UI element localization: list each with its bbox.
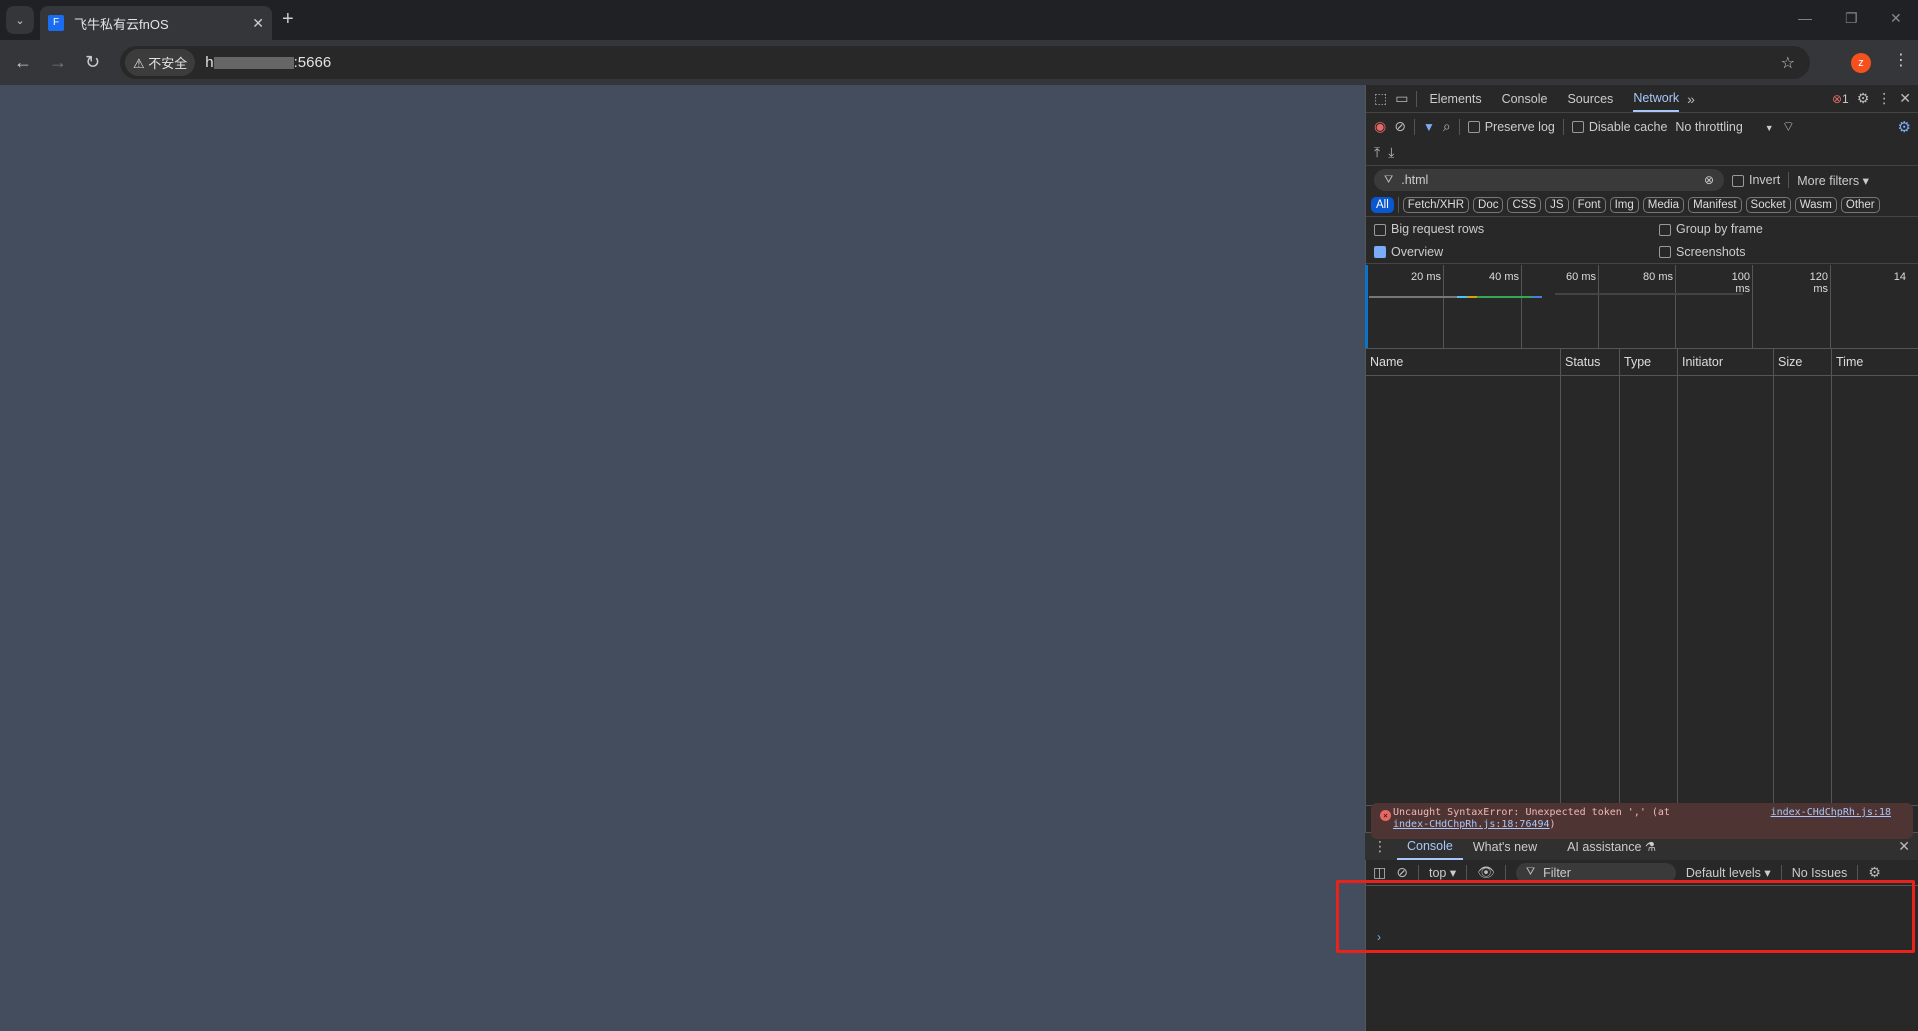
- type-filter-other[interactable]: Other: [1840, 196, 1880, 213]
- page-content: [0, 85, 1365, 1031]
- browser-tab[interactable]: F 飞牛私有云fnOS ✕: [40, 6, 272, 40]
- highlight-annotation-box: [1336, 880, 1915, 953]
- network-conditions-icon[interactable]: ⌔: [1782, 118, 1795, 136]
- type-filter-js[interactable]: JS: [1545, 196, 1569, 213]
- record-stop-icon[interactable]: ◉: [1374, 118, 1386, 135]
- group-by-frame-checkbox[interactable]: Group by frame: [1659, 222, 1763, 236]
- tab-console[interactable]: Console: [1502, 92, 1548, 106]
- drawer-tab-whats-new[interactable]: What's new: [1473, 840, 1537, 854]
- settings-gear-icon[interactable]: ⚙: [1857, 90, 1870, 107]
- close-devtools-icon[interactable]: ✕: [1899, 90, 1911, 107]
- url-start: h: [205, 54, 214, 71]
- more-filters-dropdown[interactable]: More filters ▾: [1797, 173, 1869, 188]
- tab-elements[interactable]: Elements: [1429, 92, 1481, 106]
- omnibox[interactable]: ⚠ 不安全 h :5666 ☆: [120, 46, 1810, 79]
- invert-checkbox[interactable]: Invert: [1732, 173, 1780, 187]
- type-filter-doc[interactable]: Doc: [1473, 196, 1504, 213]
- overview-checkbox[interactable]: Overview: [1374, 245, 1651, 259]
- restore-button[interactable]: ❐: [1845, 10, 1858, 27]
- network-settings-icon[interactable]: ⚙: [1898, 118, 1911, 136]
- console-settings-icon[interactable]: ⚙: [1868, 864, 1881, 881]
- close-tab-icon[interactable]: ✕: [252, 15, 264, 32]
- network-toolbar: ◉ ⊘ ▼ ⌕ Preserve log Disable cache No th…: [1366, 113, 1918, 140]
- type-filter-css[interactable]: CSS: [1507, 196, 1542, 213]
- export-har-icon[interactable]: ⤓: [1388, 144, 1394, 161]
- more-tabs-icon[interactable]: »: [1687, 91, 1695, 107]
- back-button[interactable]: ←: [14, 52, 32, 73]
- context-selector[interactable]: top ▾: [1429, 865, 1456, 880]
- type-filter-media[interactable]: Media: [1642, 196, 1685, 213]
- tab-sources[interactable]: Sources: [1567, 92, 1613, 106]
- close-window-button[interactable]: ✕: [1890, 10, 1902, 27]
- bookmark-star-icon[interactable]: ☆: [1781, 53, 1795, 73]
- drawer-menu-icon[interactable]: ⋮: [1373, 838, 1387, 855]
- clear-console-icon[interactable]: ⊘: [1396, 864, 1408, 881]
- browser-tab-bar: ⌄ F 飞牛私有云fnOS ✕ + — ❐ ✕: [0, 0, 1918, 40]
- device-toolbar-icon[interactable]: ▭: [1395, 90, 1408, 107]
- inspect-element-icon[interactable]: ⬚: [1374, 90, 1387, 107]
- fnos-favicon: F: [48, 15, 64, 31]
- filter-row: ⛛ .html ⊗ Invert More filters ▾: [1366, 167, 1918, 193]
- security-label: 不安全: [148, 56, 188, 71]
- screenshots-checkbox[interactable]: Screenshots: [1659, 245, 1745, 259]
- devtools-tab-row: ⬚ ▭ Elements Console Sources Network » ⊗…: [1366, 85, 1918, 113]
- big-request-rows-checkbox[interactable]: Big request rows: [1374, 222, 1651, 236]
- throttling-select[interactable]: No throttling ▼: [1675, 120, 1773, 134]
- url-redacted: [213, 56, 294, 69]
- live-expression-eye-icon[interactable]: 👁: [1477, 864, 1495, 881]
- close-drawer-icon[interactable]: ✕: [1898, 838, 1910, 855]
- devtools-menu-icon[interactable]: ⋮: [1877, 90, 1891, 107]
- filter-input[interactable]: ⛛ .html ⊗: [1374, 169, 1724, 191]
- filter-icon[interactable]: ▼: [1423, 120, 1435, 134]
- tab-title: 飞牛私有云fnOS: [74, 16, 169, 32]
- security-indicator[interactable]: ⚠ 不安全: [125, 49, 196, 76]
- error-count: 1: [1842, 91, 1849, 106]
- url-end: :5666: [293, 54, 332, 71]
- new-tab-button[interactable]: +: [282, 8, 294, 31]
- menu-kebab-icon[interactable]: ⋮: [1893, 50, 1909, 70]
- clear-filter-icon[interactable]: ⊗: [1704, 173, 1714, 187]
- sidebar-toggle-icon[interactable]: ◫: [1373, 864, 1386, 881]
- tab-network[interactable]: Network: [1633, 85, 1680, 112]
- log-levels-dropdown[interactable]: Default levels ▾: [1686, 865, 1771, 880]
- search-icon[interactable]: ⌕: [1443, 118, 1451, 135]
- import-har-icon[interactable]: ⤒: [1374, 144, 1380, 161]
- options-row-1: Big request rows Group by frame: [1366, 218, 1918, 240]
- clear-icon[interactable]: ⊘: [1394, 118, 1406, 135]
- type-filter-wasm[interactable]: Wasm: [1794, 196, 1837, 213]
- profile-avatar[interactable]: z: [1851, 53, 1871, 73]
- options-row-2: Overview Screenshots: [1366, 240, 1918, 264]
- forward-button[interactable]: →: [49, 52, 67, 73]
- reload-button[interactable]: ↻: [85, 52, 100, 73]
- address-bar-row: ← → ↻ ⚠ 不安全 h :5666 ☆ z ⋮: [0, 40, 1918, 85]
- error-count-badge[interactable]: ⊗1: [1832, 92, 1849, 106]
- type-filter-socket[interactable]: Socket: [1745, 196, 1791, 213]
- type-filter-manifest[interactable]: Manifest: [1688, 196, 1742, 213]
- drawer-tab-ai-assistance[interactable]: AI assistance ⚗: [1567, 839, 1656, 854]
- disable-cache-checkbox[interactable]: Disable cache: [1571, 120, 1667, 134]
- type-filter-fetchxhr[interactable]: Fetch/XHR: [1402, 196, 1470, 213]
- drawer-tab-row: ⋮ Console What's new AI assistance ⚗ ✕: [1365, 832, 1918, 860]
- type-filter-all[interactable]: All: [1371, 196, 1394, 213]
- minimize-button[interactable]: —: [1798, 10, 1812, 26]
- import-export-row: ⤒ ⤓: [1366, 140, 1918, 166]
- issues-indicator[interactable]: No Issues: [1792, 866, 1848, 880]
- type-filter-img[interactable]: Img: [1609, 196, 1639, 213]
- preserve-log-checkbox[interactable]: Preserve log: [1467, 120, 1555, 134]
- drawer-tab-console[interactable]: Console: [1397, 833, 1463, 860]
- tab-search-button[interactable]: ⌄: [6, 6, 34, 34]
- type-filter-font[interactable]: Font: [1572, 196, 1606, 213]
- resource-type-filters: All Fetch/XHR Doc CSS JS Font Img Media Manifest…: [1366, 193, 1918, 217]
